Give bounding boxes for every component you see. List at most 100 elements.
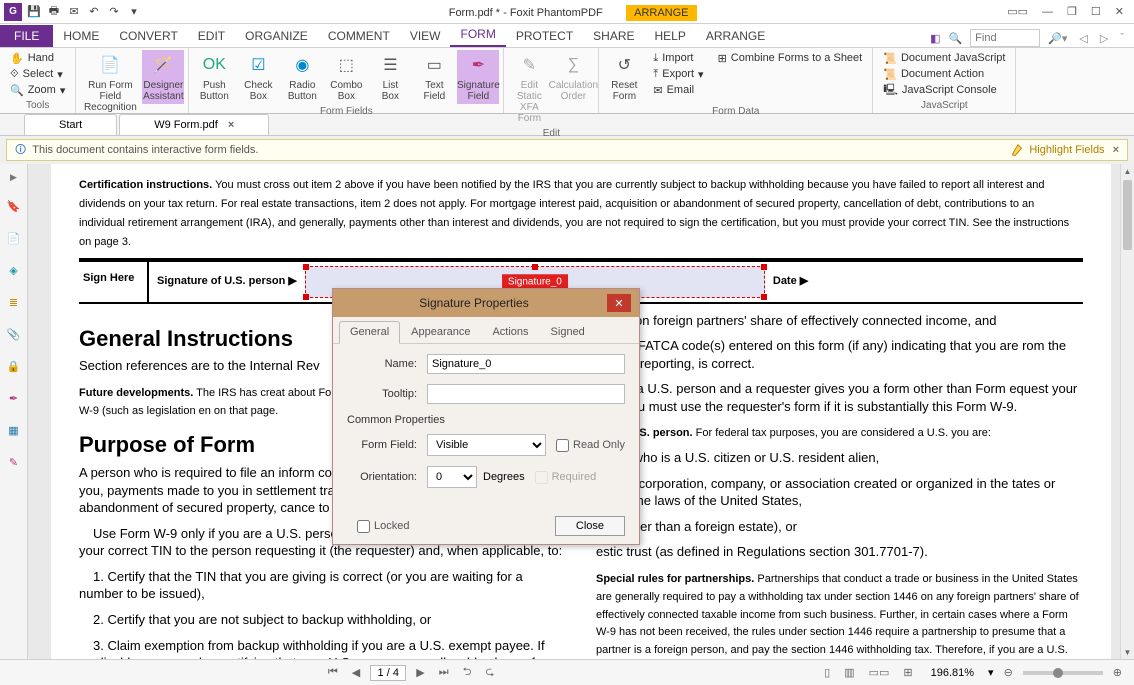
view-single-icon[interactable]: ▯ — [820, 666, 834, 679]
hand-tool[interactable]: ✋ Hand — [4, 50, 71, 66]
maximize-icon[interactable]: ☐ — [1087, 3, 1105, 20]
view-facing-icon[interactable]: ▭▭ — [865, 666, 894, 679]
locked-checkbox[interactable] — [357, 520, 370, 533]
find-options-icon[interactable]: 🔎▾ — [1044, 32, 1071, 45]
zoom-slider[interactable] — [1023, 671, 1103, 675]
nav-prev-icon[interactable]: ◁ — [1075, 32, 1091, 45]
check-box-button[interactable]: ☑Check Box — [237, 50, 279, 104]
menu-organize[interactable]: ORGANIZE — [235, 25, 318, 47]
menu-help[interactable]: HELP — [645, 25, 696, 47]
scroll-thumb[interactable] — [1123, 180, 1132, 250]
zoom-in-icon[interactable]: ⊕ — [1109, 666, 1126, 679]
info-bar: 🛈 This document contains interactive for… — [6, 139, 1128, 161]
scroll-up-icon[interactable]: ▲ — [1121, 164, 1134, 178]
small-layout-icon[interactable]: ▭▭ — [1003, 3, 1032, 20]
menu-home[interactable]: HOME — [53, 25, 109, 47]
form-field-select[interactable]: Visible — [427, 434, 546, 456]
info-close-icon[interactable]: × — [1113, 144, 1119, 156]
degrees-label: Degrees — [483, 471, 525, 483]
dtab-appearance[interactable]: Appearance — [400, 321, 481, 343]
select-tool[interactable]: ⟐ Select ▾ — [4, 66, 71, 82]
dialog-close-icon[interactable]: ✕ — [607, 294, 631, 312]
doc-js-button[interactable]: 📜 Document JavaScript — [877, 50, 1011, 66]
menu-share[interactable]: SHARE — [583, 25, 644, 47]
import-button[interactable]: ⤓ Import — [647, 50, 709, 66]
view-cont-facing-icon[interactable]: ⊞ — [899, 666, 916, 679]
find-input[interactable] — [970, 29, 1040, 47]
designer-assistant-button[interactable]: 🪄Designer Assistant — [142, 50, 184, 104]
orientation-select[interactable]: 0 — [427, 466, 477, 488]
tab-close-icon[interactable]: × — [228, 119, 234, 131]
qat-redo-icon[interactable]: ↷ — [106, 4, 122, 20]
readonly-checkbox[interactable] — [556, 439, 569, 452]
tab-document[interactable]: W9 Form.pdf× — [119, 114, 269, 135]
layers-icon[interactable]: ◈ — [5, 261, 23, 279]
menu-protect[interactable]: PROTECT — [506, 25, 583, 47]
email-button[interactable]: ✉ Email — [647, 82, 709, 98]
group-edit-label: Edit — [508, 126, 594, 141]
qat-mail-icon[interactable]: ✉ — [66, 4, 82, 20]
dtab-general[interactable]: General — [339, 321, 400, 344]
ribbon-collapse-icon[interactable]: ˇ — [1116, 32, 1128, 44]
pages-icon[interactable]: 📄 — [5, 229, 23, 247]
vertical-scrollbar[interactable]: ▲ ▼ — [1120, 164, 1134, 659]
menu-edit[interactable]: EDIT — [188, 25, 235, 47]
qat-print-icon[interactable]: 🖶 — [46, 4, 62, 20]
minimize-icon[interactable]: — — [1038, 4, 1057, 20]
signatures-icon[interactable]: ✒ — [5, 389, 23, 407]
attachments-icon[interactable]: 📎 — [5, 325, 23, 343]
restore-icon[interactable]: ❐ — [1063, 3, 1081, 20]
list-box-button[interactable]: ☰List Box — [369, 50, 411, 104]
combine-forms-button[interactable]: ⊞ Combine Forms to a Sheet — [712, 50, 869, 66]
signature-field-button[interactable]: ✒Signature Field — [457, 50, 499, 104]
fields-icon[interactable]: ▦ — [5, 421, 23, 439]
dtab-signed[interactable]: Signed — [540, 321, 596, 343]
dialog-titlebar[interactable]: Signature Properties ✕ — [333, 289, 639, 317]
menubar: FILE HOME CONVERT EDIT ORGANIZE COMMENT … — [0, 24, 1134, 48]
zoom-dropdown-icon[interactable]: ▾ — [988, 666, 994, 679]
view-continuous-icon[interactable]: ▥ — [840, 666, 858, 679]
tooltip-input[interactable] — [427, 384, 625, 404]
history-forward-icon[interactable]: ⮎ — [481, 663, 498, 682]
reset-form-button[interactable]: ↺Reset Form — [603, 50, 645, 104]
comments-icon[interactable]: ≣ — [5, 293, 23, 311]
last-page-icon[interactable]: ⏭ — [435, 666, 453, 679]
menu-form[interactable]: FORM — [450, 23, 505, 47]
skin-icon[interactable]: ◧ — [930, 32, 940, 45]
date-label: Date ▶ — [773, 274, 808, 289]
tab-start[interactable]: Start — [24, 114, 117, 135]
name-input[interactable] — [427, 354, 625, 374]
qat-save-icon[interactable]: 💾 — [26, 4, 42, 20]
qat-undo-icon[interactable]: ↶ — [86, 4, 102, 20]
scroll-down-icon[interactable]: ▼ — [1121, 645, 1134, 659]
shared-review-icon[interactable]: ✎ — [5, 453, 23, 471]
zoom-out-icon[interactable]: ⊖ — [1000, 666, 1017, 679]
zoom-tool[interactable]: 🔍 Zoom ▾ — [4, 82, 71, 98]
js-console-button[interactable]: 🖳 JavaScript Console — [877, 82, 1011, 98]
group-tools-label: Tools — [4, 98, 71, 113]
close-window-icon[interactable]: ✕ — [1111, 3, 1128, 20]
history-back-icon[interactable]: ⮌ — [459, 663, 476, 682]
dtab-actions[interactable]: Actions — [481, 321, 539, 343]
first-page-icon[interactable]: ⏮ — [324, 666, 342, 679]
close-button[interactable]: Close — [555, 516, 625, 536]
menu-comment[interactable]: COMMENT — [318, 25, 400, 47]
combo-box-button[interactable]: ⬚Combo Box — [325, 50, 367, 104]
file-tab[interactable]: FILE — [0, 25, 53, 47]
bookmarks-icon[interactable]: 🔖 — [5, 197, 23, 215]
page-number-input[interactable] — [370, 665, 406, 681]
next-page-icon[interactable]: ▶ — [412, 666, 428, 679]
menu-view[interactable]: VIEW — [400, 25, 451, 47]
export-button[interactable]: ⤒ Export ▾ — [647, 66, 709, 82]
run-recognition-button[interactable]: 📄Run Form Field Recognition — [80, 50, 140, 115]
text-field-button[interactable]: ▭Text Field — [413, 50, 455, 104]
highlight-fields-button[interactable]: Highlight Fields — [1011, 143, 1104, 157]
push-button[interactable]: OKPush Button — [193, 50, 235, 104]
prev-page-icon[interactable]: ◀ — [348, 666, 364, 679]
menu-convert[interactable]: CONVERT — [109, 25, 187, 47]
nav-next-icon[interactable]: ▷ — [1096, 32, 1112, 45]
security-icon[interactable]: 🔒 — [5, 357, 23, 375]
menu-arrange[interactable]: ARRANGE — [696, 25, 775, 47]
qat-dropdown-icon[interactable]: ▾ — [126, 4, 142, 20]
radio-button[interactable]: ◉Radio Button — [281, 50, 323, 104]
